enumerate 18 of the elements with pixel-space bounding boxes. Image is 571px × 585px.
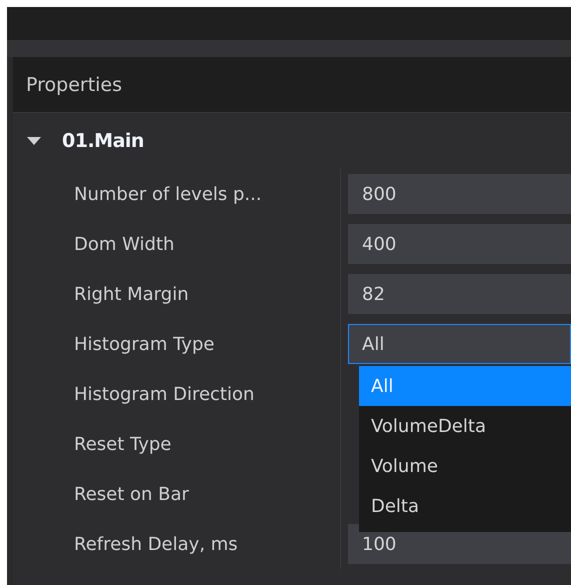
value-field[interactable]: 800	[348, 174, 571, 214]
dropdown-field[interactable]: All	[348, 324, 571, 364]
panel-title: Properties	[26, 74, 122, 96]
value-field[interactable]: 82	[348, 274, 571, 314]
property-label: Dom Width	[73, 232, 176, 256]
dropdown-option[interactable]: Delta	[359, 486, 571, 526]
dropdown-option[interactable]: Volume	[359, 446, 571, 486]
property-label: Reset Type	[73, 432, 172, 456]
property-label: Refresh Delay, ms	[73, 532, 239, 556]
group-header[interactable]: 01.Main	[13, 113, 571, 169]
property-label: Histogram Direction	[73, 382, 256, 406]
property-label: Right Margin	[73, 282, 190, 306]
property-label: Reset on Bar	[73, 482, 190, 506]
property-label: Number of levels p...	[73, 182, 263, 206]
property-label: Histogram Type	[73, 332, 216, 356]
dropdown-option[interactable]: VolumeDelta	[359, 406, 571, 446]
collapse-icon[interactable]	[26, 136, 42, 146]
value-field[interactable]: 400	[348, 224, 571, 264]
